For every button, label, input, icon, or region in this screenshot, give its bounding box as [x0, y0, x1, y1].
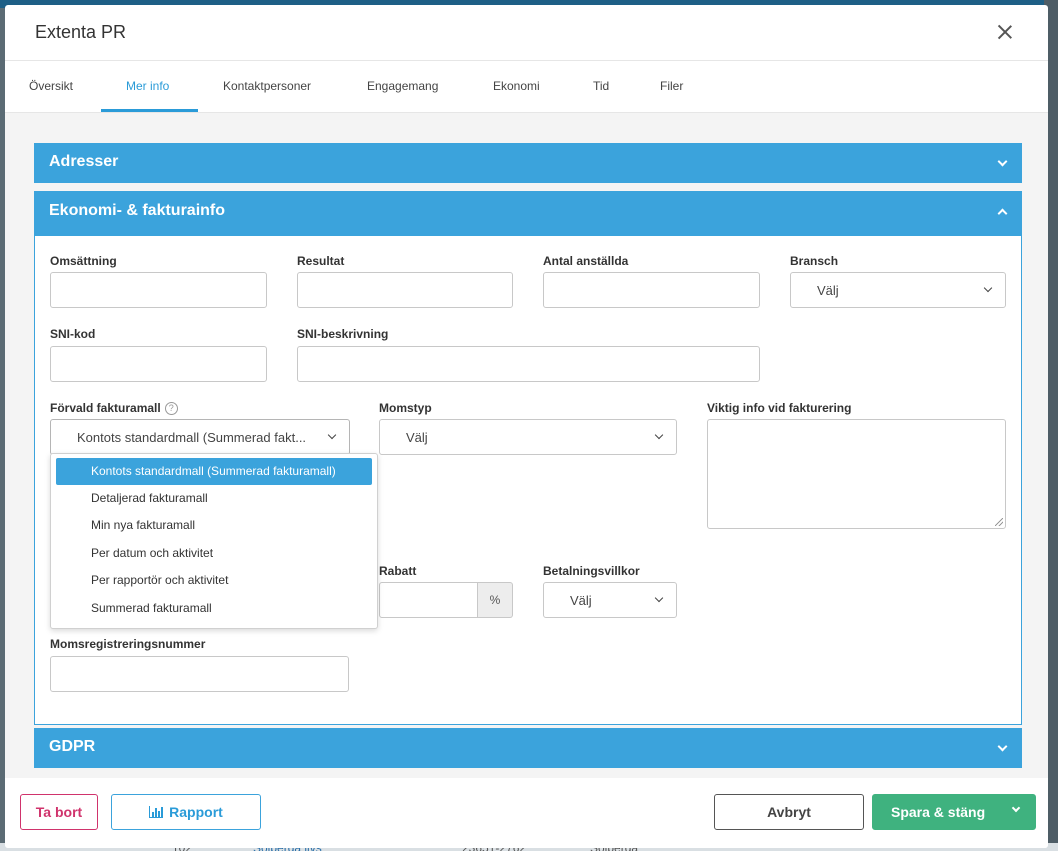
fakturamall-value: Kontots standardmall (Summerad fakt... — [77, 430, 307, 445]
sni-beskrivning-label: SNI-beskrivning — [297, 327, 389, 341]
omsattning-label: Omsättning — [50, 254, 117, 268]
section-title: GDPR — [49, 738, 96, 755]
rabatt-percent-addon: % — [478, 582, 513, 618]
section-title: Adresser — [49, 153, 119, 170]
rabatt-label: Rabatt — [379, 564, 417, 578]
momstyp-label: Momstyp — [379, 401, 432, 415]
tab-ekonomi[interactable]: Ekonomi — [493, 79, 540, 93]
betalningsvillkor-label: Betalningsvillkor — [543, 564, 640, 578]
tab-engagemang[interactable]: Engagemang — [367, 79, 438, 93]
fakturamall-dropdown-menu: Kontots standardmall (Summerad fakturama… — [50, 453, 378, 629]
customer-modal: Extenta PR Översikt Mer info Kontaktpers… — [5, 5, 1048, 848]
tab-kontaktpersoner[interactable]: Kontaktpersoner — [223, 79, 311, 93]
sni-kod-input[interactable] — [50, 346, 267, 382]
fakturamall-label-text: Förvald fakturamall — [50, 401, 161, 415]
save-and-close-button[interactable]: Spara & stäng — [872, 794, 1036, 830]
modal-header: Extenta PR — [5, 5, 1048, 61]
delete-button[interactable]: Ta bort — [20, 794, 98, 830]
section-ekonomi-header[interactable]: Ekonomi- & fakturainfo — [34, 191, 1022, 236]
report-button-label: Rapport — [169, 804, 223, 820]
tab-tid[interactable]: Tid — [593, 79, 609, 93]
chevron-down-icon — [654, 593, 664, 603]
chevron-down-icon — [997, 741, 1008, 752]
fakturamall-select[interactable]: Kontots standardmall (Summerad fakt... — [50, 419, 350, 455]
resize-handle[interactable] — [995, 518, 1003, 526]
viktig-info-label: Viktig info vid fakturering — [707, 401, 852, 415]
sni-kod-label: SNI-kod — [50, 327, 96, 341]
resultat-input[interactable] — [297, 272, 513, 308]
antal-anstallda-input[interactable] — [543, 272, 760, 308]
tab-bar: Översikt Mer info Kontaktpersoner Engage… — [5, 61, 1048, 113]
report-button[interactable]: Rapport — [111, 794, 261, 830]
chart-icon — [149, 806, 164, 818]
section-title: Ekonomi- & fakturainfo — [49, 202, 226, 219]
antal-anstallda-label: Antal anställda — [543, 254, 629, 268]
active-tab-indicator — [101, 109, 198, 112]
section-adresser-header[interactable]: Adresser — [34, 143, 1022, 183]
tab-filer[interactable]: Filer — [660, 79, 683, 93]
help-icon[interactable]: ? — [164, 402, 178, 415]
close-icon[interactable] — [996, 23, 1014, 41]
sni-beskrivning-input[interactable] — [297, 346, 760, 382]
chevron-up-icon — [997, 208, 1008, 219]
resultat-label: Resultat — [297, 254, 345, 268]
viktig-info-textarea[interactable] — [707, 419, 1006, 529]
dropdown-option[interactable]: Per datum och aktivitet — [56, 540, 372, 567]
betalningsvillkor-select[interactable]: Välj — [543, 582, 677, 618]
tab-oversikt[interactable]: Översikt — [29, 79, 73, 93]
momstyp-select[interactable]: Välj — [379, 419, 677, 455]
betalningsvillkor-value: Välj — [570, 593, 592, 608]
bransch-label: Bransch — [790, 254, 839, 268]
fakturamall-label: Förvald fakturamall? — [50, 401, 178, 415]
tab-mer-info[interactable]: Mer info — [126, 79, 169, 93]
save-button-label: Spara & stäng — [891, 804, 986, 820]
dropdown-option[interactable]: Per rapportör och aktivitet — [56, 567, 372, 594]
dropdown-option[interactable]: Kontots standardmall (Summerad fakturama… — [56, 458, 372, 485]
chevron-down-icon — [654, 430, 664, 440]
bransch-value: Välj — [817, 283, 839, 298]
chevron-down-icon — [327, 430, 337, 440]
omsattning-input[interactable] — [50, 272, 267, 308]
rabatt-input[interactable] — [379, 582, 478, 618]
save-options-toggle[interactable] — [999, 795, 1035, 829]
dropdown-option[interactable]: Min nya fakturamall — [56, 512, 372, 539]
momsregnr-input[interactable] — [50, 656, 349, 692]
chevron-down-icon — [983, 283, 993, 293]
momsregnr-label: Momsregistreringsnummer — [50, 637, 206, 651]
dropdown-option[interactable]: Summerad fakturamall — [56, 595, 372, 622]
chevron-down-icon — [997, 156, 1008, 167]
modal-title: Extenta PR — [35, 22, 127, 42]
chevron-down-icon — [1011, 803, 1021, 813]
cancel-button[interactable]: Avbryt — [714, 794, 864, 830]
section-gdpr-header[interactable]: GDPR — [34, 728, 1022, 768]
momstyp-value: Välj — [406, 430, 428, 445]
dropdown-option[interactable]: Detaljerad fakturamall — [56, 485, 372, 512]
modal-footer: Ta bort Rapport Avbryt Spara & stäng — [5, 778, 1048, 848]
bransch-select[interactable]: Välj — [790, 272, 1006, 308]
modal-content: Adresser Ekonomi- & fakturainfo Omsättni… — [5, 113, 1048, 778]
